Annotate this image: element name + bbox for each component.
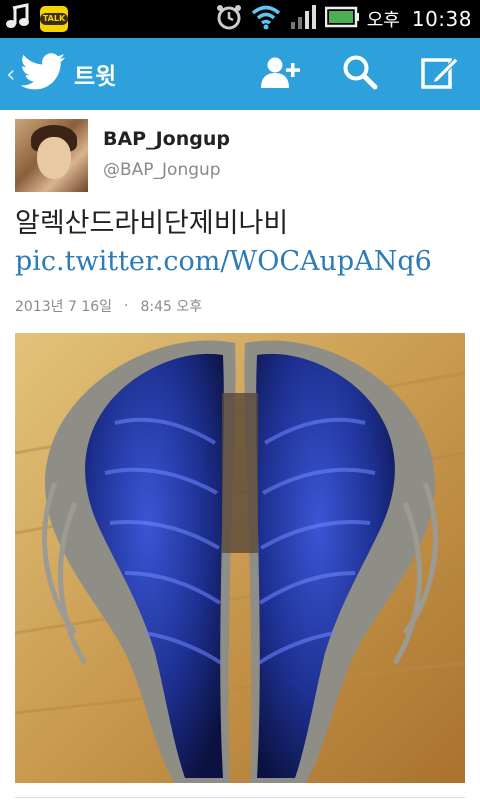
tweet-meta: 2013년 7 16일 · 8:45 오후 bbox=[15, 296, 202, 316]
status-time: 10:38 bbox=[411, 7, 472, 31]
tweet-photo[interactable] bbox=[15, 333, 465, 783]
author-handle[interactable]: @BAP_Jongup bbox=[103, 160, 221, 180]
header-title: 트윗 bbox=[74, 64, 117, 90]
meta-separator: · bbox=[124, 298, 129, 314]
add-user-icon bbox=[260, 55, 300, 93]
search-icon bbox=[342, 54, 378, 94]
tweet-date: 2013년 7 16일 bbox=[15, 299, 113, 315]
app-header: ‹ 트윗 bbox=[0, 38, 480, 110]
tweet-detail: BAP_Jongup @BAP_Jongup 알렉산드라비단제비나비 pic.t… bbox=[0, 110, 480, 800]
kakaotalk-label: TALK bbox=[39, 13, 69, 25]
search-button[interactable] bbox=[320, 38, 400, 110]
header-actions bbox=[240, 38, 480, 110]
tweet-body: 알렉산드라비단제비나비 bbox=[15, 208, 289, 239]
music-note-icon bbox=[4, 3, 32, 35]
bottom-divider bbox=[15, 797, 465, 798]
alarm-clock-icon bbox=[215, 3, 243, 35]
tweet-text: 알렉산드라비단제비나비 pic.twitter.com/WOCAupANq6 bbox=[15, 205, 470, 281]
avatar[interactable] bbox=[15, 119, 88, 192]
kakaotalk-icon: TALK bbox=[39, 6, 69, 32]
status-ampm: 오후 bbox=[366, 10, 400, 31]
compose-button[interactable] bbox=[400, 38, 480, 110]
add-user-button[interactable] bbox=[240, 38, 320, 110]
signal-icon bbox=[289, 4, 317, 34]
battery-icon bbox=[324, 4, 359, 34]
status-bar: TALK 오후 10:38 bbox=[0, 0, 480, 38]
tweet-time: 8:45 오후 bbox=[140, 299, 203, 315]
tweet-media-link[interactable]: pic.twitter.com/WOCAupANq6 bbox=[15, 246, 432, 277]
wifi-icon bbox=[251, 4, 281, 34]
twitter-bird-icon[interactable] bbox=[20, 53, 66, 95]
compose-icon bbox=[421, 54, 459, 94]
author-name[interactable]: BAP_Jongup bbox=[103, 128, 230, 150]
back-chevron-icon[interactable]: ‹ bbox=[6, 60, 18, 88]
